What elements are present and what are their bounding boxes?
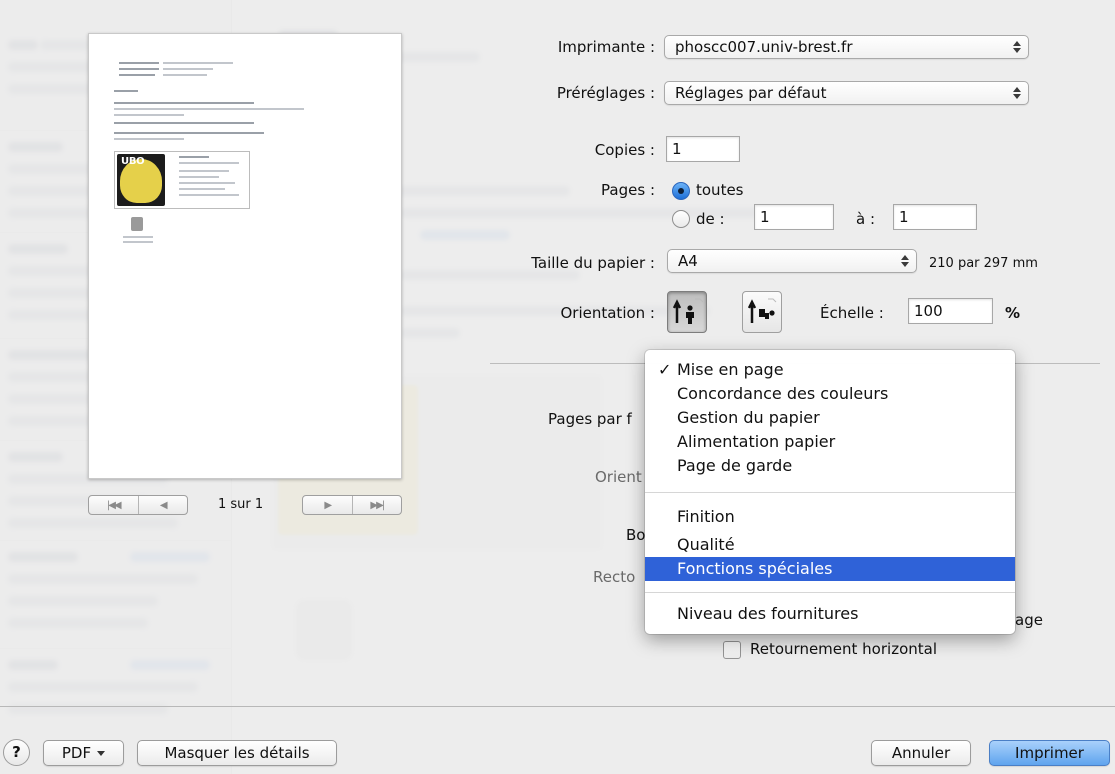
pages-range-label: de : [696,210,725,228]
border-label: Bo [626,526,646,544]
landscape-orientation-button[interactable] [742,291,782,333]
print-preview: UBO [88,33,402,479]
preview-text-line [163,74,207,76]
printer-label: Imprimante : [557,38,655,56]
pages-from-field[interactable]: 1 [754,204,834,230]
popup-arrows-icon [1013,86,1022,100]
preview-forward-nav: ▶ ▶▶| [302,495,402,515]
scale-unit: % [1005,304,1021,322]
chevron-down-icon [97,751,106,756]
checkmark-icon: ✓ [658,360,672,379]
popup-arrows-icon [901,254,910,268]
pages-range-radio[interactable] [672,210,690,228]
portrait-icon [673,298,703,324]
preview-text-line [163,62,233,64]
preview-back-nav: |◀◀ ◀ [88,495,188,515]
next-page-button[interactable]: ▶ [303,496,352,514]
preview-text-line [123,241,153,243]
preview-text-line [114,138,184,140]
preview-text-line [114,122,254,124]
menu-item-gestion-papier[interactable]: Gestion du papier [645,406,1015,430]
menu-item-fonctions-speciales[interactable]: Fonctions spéciales [645,557,1015,581]
menu-item-qualite[interactable]: Qualité [645,533,1015,557]
print-button[interactable]: Imprimer [989,740,1110,766]
scale-field[interactable]: 100 [908,298,993,324]
menu-separator [645,592,1015,593]
flip-horizontal-label: Retournement horizontal [750,640,937,658]
preview-text-line [119,62,159,64]
orientation-label: Orientation : [560,304,655,322]
page-count: 1 sur 1 [218,497,264,512]
paper-size-label: Taille du papier : [531,254,655,272]
preview-logo: UBO [117,154,165,206]
preview-text-line [119,74,155,76]
menu-separator [645,492,1015,493]
scale-label: Échelle : [820,304,884,322]
pane-select-menu: ✓ Mise en page Concordance des couleurs G… [645,350,1015,634]
pages-per-sheet-label: Pages par f [548,410,632,428]
reverse-orientation-label: age [1015,611,1043,629]
preview-text-line [163,68,213,70]
pages-to-label: à : [856,210,876,228]
landscape-icon [748,298,777,323]
preview-text-line [114,114,184,116]
preview-text-line [114,132,264,134]
menu-item-finition[interactable]: Finition [645,505,1015,529]
cancel-button[interactable]: Annuler [871,740,971,766]
preview-text-line [114,90,138,92]
help-button[interactable]: ? [3,739,30,766]
presets-label: Préréglages : [556,84,655,102]
paper-size-select[interactable]: A4 [667,249,917,273]
footer-divider [0,706,1115,707]
hide-details-button[interactable]: Masquer les détails [137,740,337,766]
printer-value: phoscc007.univ-brest.fr [675,38,853,56]
two-sided-label: Recto [593,568,636,586]
menu-item-alimentation-papier[interactable]: Alimentation papier [645,430,1015,454]
menu-item-mise-en-page[interactable]: ✓ Mise en page [645,358,1015,382]
pdf-label: PDF [61,744,92,762]
pages-label: Pages : [601,181,655,199]
print-sheet: UBO |◀◀ ◀ 1 sur 1 ▶ ▶▶| Imprimante : pho… [0,0,1115,774]
layout-orientation-label: Orient [595,468,642,486]
preview-attachment-icon [131,217,143,231]
paper-dimensions: 210 par 297 mm [929,256,1038,271]
presets-value: Réglages par défaut [675,84,827,102]
preview-text-line [123,236,153,238]
menu-item-page-de-garde[interactable]: Page de garde [645,454,1015,478]
menu-item-concordance-couleurs[interactable]: Concordance des couleurs [645,382,1015,406]
paper-size-value: A4 [678,252,698,270]
menu-item-niveau-fournitures[interactable]: Niveau des fournitures [645,602,1015,626]
copies-label: Copies : [594,141,655,159]
printer-select[interactable]: phoscc007.univ-brest.fr [664,35,1029,59]
preview-text-line [114,108,304,110]
pdf-menu-button[interactable]: PDF [43,740,124,766]
copies-field[interactable]: 1 [666,136,740,162]
portrait-orientation-button[interactable] [667,291,707,333]
pages-to-field[interactable]: 1 [893,204,977,230]
popup-arrows-icon [1013,40,1022,54]
presets-select[interactable]: Réglages par défaut [664,81,1029,105]
flip-horizontal-checkbox[interactable] [723,641,741,659]
first-page-button[interactable]: |◀◀ [89,496,138,514]
pages-all-label: toutes [696,181,744,199]
preview-text-line [119,68,159,70]
last-page-button[interactable]: ▶▶| [351,496,402,514]
preview-text-line [114,102,254,104]
pages-all-radio[interactable] [672,182,690,200]
previous-page-button[interactable]: ◀ [137,496,188,514]
